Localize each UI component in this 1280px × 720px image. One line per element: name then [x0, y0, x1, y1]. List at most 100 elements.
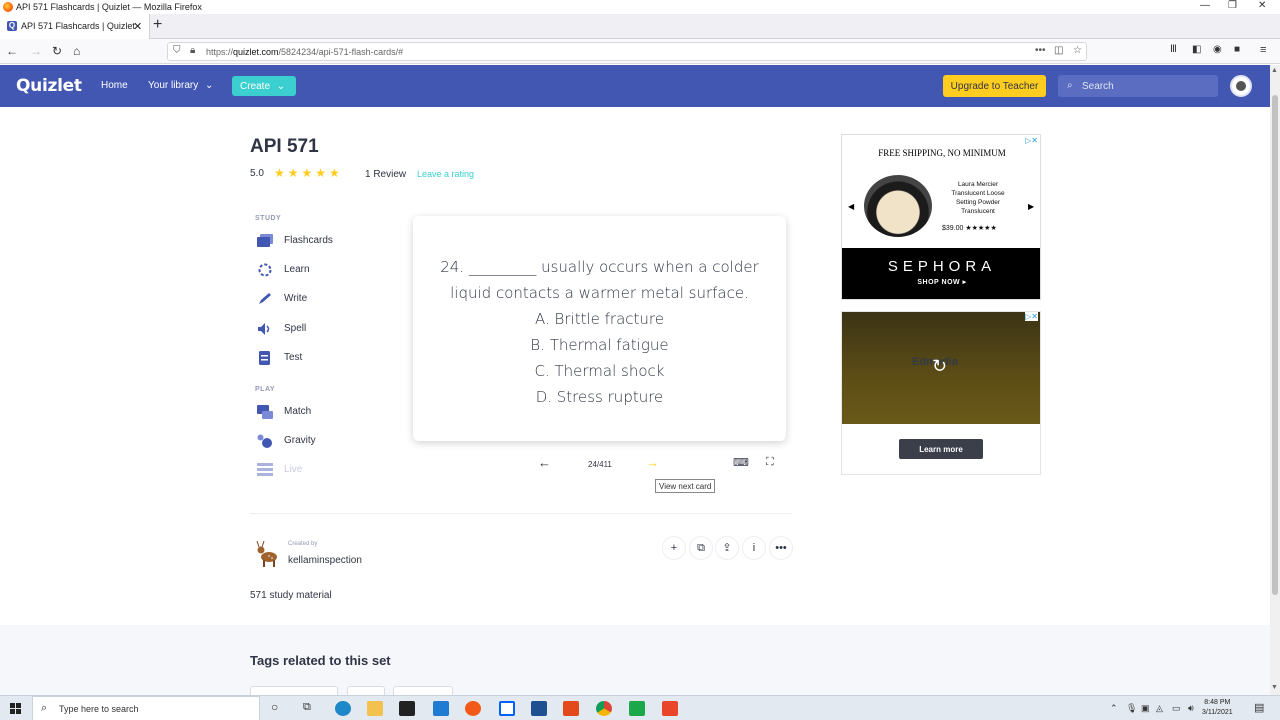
learn-more-button[interactable]: Learn more: [899, 439, 983, 459]
ad-shop-now[interactable]: SHOP NOW ▸: [842, 278, 1040, 286]
sidebar-item-live[interactable]: Live: [257, 461, 387, 481]
scrollbar-thumb[interactable]: [1272, 95, 1278, 595]
taskbar-clock[interactable]: 8:48 PM 3/11/2021: [1202, 698, 1233, 718]
fullscreen-icon[interactable]: ⛶: [766, 456, 774, 469]
tag-pill[interactable]: [250, 686, 338, 695]
next-card-icon[interactable]: →: [646, 455, 659, 470]
sidebar-item-test[interactable]: Test: [257, 349, 387, 369]
sidebar-item-write[interactable]: Write: [257, 290, 387, 310]
file-explorer-icon[interactable]: [367, 701, 383, 716]
recorder-icon[interactable]: [662, 701, 678, 716]
upgrade-to-teacher-button[interactable]: Upgrade to Teacher: [943, 75, 1046, 97]
reload-icon[interactable]: ↻: [52, 44, 62, 58]
rating-stars: ★★★★★: [274, 166, 343, 180]
adchoices-icon[interactable]: ▷✕: [1025, 312, 1038, 321]
user-avatar[interactable]: [1230, 75, 1252, 97]
review-count[interactable]: 1 Review: [365, 169, 406, 180]
store-icon[interactable]: [399, 701, 415, 716]
search-input[interactable]: ⌕ Search: [1058, 75, 1218, 97]
more-icon: •••: [775, 542, 787, 554]
address-bar[interactable]: ⛉ 🔒︎ https://quizlet.com/5824234/api-571…: [167, 42, 1087, 61]
firefox-icon: [3, 2, 13, 12]
chrome-icon[interactable]: [596, 701, 612, 716]
network-icon[interactable]: ▣: [1141, 703, 1150, 714]
tags-section: [0, 625, 1270, 695]
edge-icon[interactable]: [335, 701, 351, 716]
bookmark-star-icon[interactable]: ☆: [1073, 45, 1082, 56]
clock-date: 3/11/2021: [1202, 709, 1233, 716]
advertisement-sephora[interactable]: ▷✕ FREE SHIPPING, NO MINIMUM ◀ Laura Mer…: [841, 134, 1041, 300]
home-icon[interactable]: ⌂: [73, 44, 80, 58]
page-scrollbar[interactable]: ▲ ▼: [1270, 65, 1280, 695]
mail-icon[interactable]: [433, 701, 449, 716]
pocket-icon[interactable]: ◫: [1054, 45, 1063, 56]
sidebar-item-learn[interactable]: Learn: [257, 261, 387, 281]
rating-value: 5.0: [250, 168, 264, 179]
lock-icon[interactable]: 🔒︎: [190, 45, 195, 56]
share-button[interactable]: ⇪: [716, 537, 738, 559]
sidebar-item-flashcards[interactable]: Flashcards: [257, 232, 387, 252]
create-button[interactable]: Create ⌄: [232, 76, 296, 96]
previous-card-icon[interactable]: ←: [538, 455, 551, 470]
replay-icon[interactable]: ↻: [932, 356, 947, 377]
browser-tab[interactable]: Q API 571 Flashcards | Quizlet ✕: [0, 14, 150, 39]
adchoices-icon[interactable]: ▷✕: [1025, 136, 1038, 145]
new-tab-icon[interactable]: +: [153, 16, 162, 34]
notifications-icon[interactable]: ▤: [1254, 701, 1264, 714]
nav-home[interactable]: Home: [101, 80, 128, 91]
more-options-button[interactable]: •••: [770, 537, 792, 559]
firefox-taskbar-icon[interactable]: [465, 701, 481, 716]
minimize-icon[interactable]: —: [1200, 0, 1210, 11]
task-view-icon[interactable]: ⧉: [303, 701, 311, 714]
library-icon[interactable]: Ⅲ: [1170, 44, 1177, 55]
account-icon[interactable]: ◉: [1213, 44, 1222, 55]
back-icon[interactable]: ←: [6, 44, 18, 58]
windows-start-icon[interactable]: [10, 703, 21, 714]
sidebar-item-match[interactable]: Match: [257, 403, 387, 423]
restore-icon[interactable]: ❐: [1228, 0, 1237, 11]
close-window-icon[interactable]: ✕: [1258, 0, 1266, 11]
sidebar-item-label: Write: [284, 293, 308, 304]
app-icon[interactable]: [531, 701, 547, 716]
shield-icon[interactable]: ⛉: [173, 45, 181, 56]
nav-your-library[interactable]: Your library ⌄: [148, 80, 213, 91]
copy-set-button[interactable]: ⧉: [690, 537, 712, 559]
info-icon: i: [752, 542, 756, 554]
forward-icon[interactable]: →: [30, 44, 42, 58]
info-button[interactable]: i: [743, 537, 765, 559]
add-to-folder-button[interactable]: +: [663, 537, 685, 559]
extension-icon[interactable]: ■: [1234, 44, 1240, 55]
url-text: https://quizlet.com/5824234/api-571-flas…: [206, 47, 404, 57]
ad-next-icon[interactable]: ▶: [1028, 202, 1034, 211]
cortana-icon[interactable]: ○: [271, 700, 278, 714]
advertisement-video[interactable]: Edmedia ↻ ▷✕ Learn more: [841, 311, 1041, 475]
close-tab-icon[interactable]: ✕: [133, 20, 142, 33]
dropbox-icon[interactable]: [499, 701, 515, 716]
tray-chevron-icon[interactable]: ⌃: [1110, 703, 1118, 714]
ad-prev-icon[interactable]: ◀: [848, 202, 854, 211]
microphone-icon[interactable]: 🎙︎: [1126, 703, 1137, 714]
tag-pill[interactable]: [393, 686, 453, 695]
battery-icon[interactable]: ▭: [1172, 703, 1181, 714]
flashcards-icon: [257, 234, 273, 247]
volume-icon[interactable]: 🔊︎: [1188, 703, 1194, 714]
wifi-icon[interactable]: ◬: [1156, 703, 1163, 714]
page-actions-icon[interactable]: •••: [1035, 45, 1046, 56]
camtasia-icon[interactable]: [629, 701, 645, 716]
office-icon[interactable]: [563, 701, 579, 716]
leave-rating-link[interactable]: Leave a rating: [417, 169, 474, 179]
flashcard[interactable]: 24. _________ usually occurs when a cold…: [413, 216, 786, 441]
scroll-up-icon[interactable]: ▲: [1271, 67, 1278, 74]
taskbar-search-input[interactable]: ⌕ Type here to search: [32, 696, 260, 720]
created-by-label: Created by: [288, 541, 318, 547]
sidebar-item-spell[interactable]: Spell: [257, 320, 387, 340]
menu-icon[interactable]: ≡: [1260, 44, 1266, 56]
sidebar-icon[interactable]: ◧: [1192, 44, 1201, 55]
clock-time: 8:48 PM: [1204, 699, 1231, 706]
quizlet-logo[interactable]: Quizlet: [16, 76, 82, 96]
creator-username[interactable]: kellaminspection: [288, 555, 362, 566]
sidebar-item-gravity[interactable]: Gravity: [257, 432, 387, 452]
tag-pill[interactable]: [347, 686, 385, 695]
keyboard-shortcuts-icon[interactable]: ⌨: [733, 456, 749, 469]
scroll-down-icon[interactable]: ▼: [1271, 684, 1278, 691]
